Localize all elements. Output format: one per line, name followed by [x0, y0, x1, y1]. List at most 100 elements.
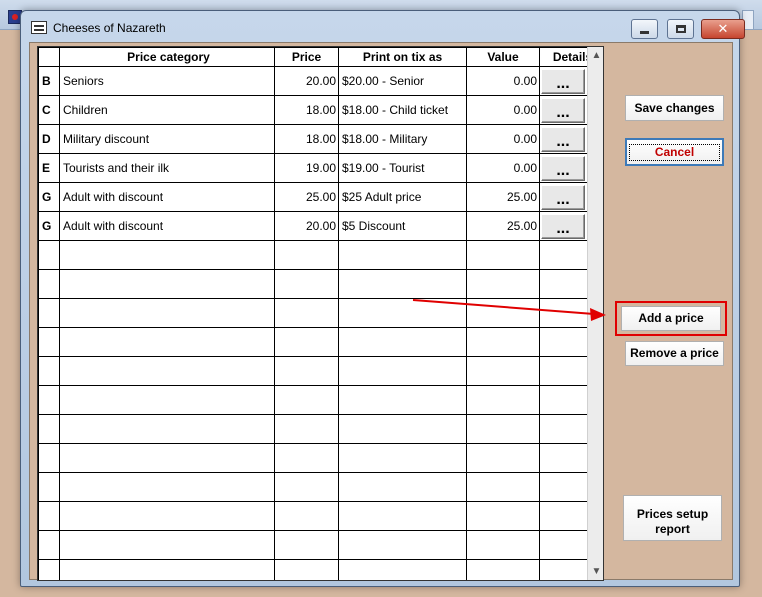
empty-cell[interactable] [338, 472, 467, 502]
empty-table-row[interactable] [38, 327, 603, 357]
cell-price[interactable]: 20.00 [274, 211, 339, 241]
empty-cell[interactable] [466, 327, 540, 357]
empty-cell[interactable] [274, 414, 339, 444]
empty-cell[interactable] [466, 298, 540, 328]
table-row[interactable]: E Tourists and their ilk 19.00 $19.00 - Tou… [38, 153, 603, 183]
cancel-button[interactable]: Cancel [625, 138, 724, 166]
empty-table-row[interactable] [38, 240, 603, 270]
empty-cell[interactable] [38, 443, 60, 473]
empty-cell[interactable] [38, 298, 60, 328]
empty-table-row[interactable] [38, 501, 603, 531]
cell-code[interactable]: E [38, 153, 60, 183]
grid-scrollbar[interactable]: ▲ ▼ [587, 47, 603, 580]
close-button[interactable]: ✕ [701, 19, 745, 39]
cell-price[interactable]: 25.00 [274, 182, 339, 212]
empty-cell[interactable] [338, 530, 467, 560]
empty-cell[interactable] [466, 472, 540, 502]
cell-value[interactable]: 25.00 [466, 182, 540, 212]
scroll-down-arrow-icon[interactable]: ▼ [588, 563, 603, 580]
save-changes-button[interactable]: Save changes [625, 95, 724, 121]
details-button[interactable]: ... [541, 126, 585, 152]
empty-cell[interactable] [38, 327, 60, 357]
details-button[interactable]: ... [541, 97, 585, 123]
cell-print-on-tix[interactable]: $5 Discount [338, 211, 467, 241]
empty-cell[interactable] [338, 356, 467, 386]
cell-price-category[interactable]: Adult with discount [59, 182, 275, 212]
cell-price-category[interactable]: Military discount [59, 124, 275, 154]
empty-cell[interactable] [59, 298, 275, 328]
scroll-up-arrow-icon[interactable]: ▲ [588, 47, 603, 64]
cell-price[interactable]: 20.00 [274, 66, 339, 96]
empty-cell[interactable] [274, 472, 339, 502]
table-row[interactable]: G Adult with discount 25.00 $25 Adult price… [38, 182, 603, 212]
empty-cell[interactable] [338, 327, 467, 357]
empty-cell[interactable] [274, 385, 339, 415]
empty-cell[interactable] [38, 385, 60, 415]
empty-cell[interactable] [274, 530, 339, 560]
title-bar[interactable]: Cheeses of Nazareth ✕ [21, 11, 745, 43]
empty-cell[interactable] [466, 240, 540, 270]
empty-table-row[interactable] [38, 443, 603, 473]
empty-cell[interactable] [338, 414, 467, 444]
empty-cell[interactable] [274, 298, 339, 328]
maximize-button[interactable] [667, 19, 694, 39]
cell-price[interactable]: 18.00 [274, 95, 339, 125]
cell-print-on-tix[interactable]: $20.00 - Senior [338, 66, 467, 96]
empty-cell[interactable] [38, 414, 60, 444]
cell-print-on-tix[interactable]: $19.00 - Tourist [338, 153, 467, 183]
empty-cell[interactable] [338, 501, 467, 531]
empty-cell[interactable] [466, 443, 540, 473]
cell-print-on-tix[interactable]: $18.00 - Child ticket [338, 95, 467, 125]
empty-cell[interactable] [466, 269, 540, 299]
cell-code[interactable]: C [38, 95, 60, 125]
empty-cell[interactable] [466, 385, 540, 415]
details-button[interactable]: ... [541, 184, 585, 210]
empty-cell[interactable] [38, 240, 60, 270]
cell-price-category[interactable]: Seniors [59, 66, 275, 96]
empty-cell[interactable] [59, 240, 275, 270]
cell-code[interactable]: G [38, 211, 60, 241]
empty-cell[interactable] [274, 327, 339, 357]
table-row[interactable]: B Seniors 20.00 $20.00 - Senior 0.00... [38, 66, 603, 96]
empty-cell[interactable] [466, 414, 540, 444]
details-button[interactable]: ... [541, 68, 585, 94]
empty-table-row[interactable] [38, 472, 603, 502]
empty-cell[interactable] [59, 356, 275, 386]
remove-price-button[interactable]: Remove a price [625, 341, 724, 366]
cell-code[interactable]: B [38, 66, 60, 96]
empty-cell[interactable] [59, 472, 275, 502]
cell-value[interactable]: 0.00 [466, 153, 540, 183]
cell-code[interactable]: D [38, 124, 60, 154]
details-button[interactable]: ... [541, 213, 585, 239]
empty-cell[interactable] [38, 501, 60, 531]
details-button[interactable]: ... [541, 155, 585, 181]
empty-cell[interactable] [338, 443, 467, 473]
empty-table-row[interactable] [38, 269, 603, 299]
empty-cell[interactable] [466, 559, 540, 580]
cell-price[interactable]: 18.00 [274, 124, 339, 154]
cell-code[interactable]: G [38, 182, 60, 212]
empty-cell[interactable] [59, 414, 275, 444]
empty-cell[interactable] [59, 501, 275, 531]
empty-cell[interactable] [338, 559, 467, 580]
cell-value[interactable]: 25.00 [466, 211, 540, 241]
empty-cell[interactable] [38, 356, 60, 386]
empty-cell[interactable] [59, 269, 275, 299]
cell-print-on-tix[interactable]: $18.00 - Military [338, 124, 467, 154]
empty-table-row[interactable] [38, 414, 603, 444]
empty-cell[interactable] [38, 472, 60, 502]
empty-cell[interactable] [466, 530, 540, 560]
cell-value[interactable]: 0.00 [466, 124, 540, 154]
cell-price[interactable]: 19.00 [274, 153, 339, 183]
add-price-button[interactable]: Add a price [621, 306, 721, 331]
empty-cell[interactable] [59, 559, 275, 580]
table-row[interactable]: C Children 18.00 $18.00 - Child ticket 0.00.… [38, 95, 603, 125]
empty-cell[interactable] [59, 385, 275, 415]
cell-price-category[interactable]: Adult with discount [59, 211, 275, 241]
empty-table-row[interactable] [38, 385, 603, 415]
empty-cell[interactable] [338, 298, 467, 328]
empty-cell[interactable] [338, 240, 467, 270]
empty-cell[interactable] [274, 269, 339, 299]
empty-cell[interactable] [59, 530, 275, 560]
table-row[interactable]: D Military discount 18.00 $18.00 - Military… [38, 124, 603, 154]
